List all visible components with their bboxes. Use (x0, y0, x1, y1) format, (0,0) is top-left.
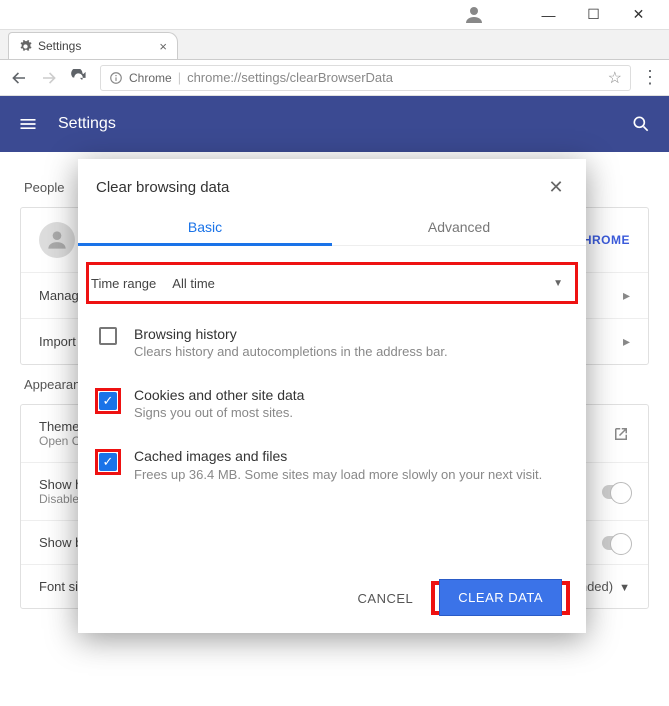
chevron-right-icon: ▸ (623, 287, 630, 304)
maximize-icon: ☐ (587, 6, 600, 23)
close-icon: ✕ (633, 6, 645, 23)
tab-title: Settings (38, 39, 159, 53)
reload-button[interactable] (70, 69, 90, 86)
toggle-switch[interactable] (602, 536, 630, 550)
app-title: Settings (58, 115, 631, 133)
checkbox-cache[interactable]: ✓ (99, 453, 117, 471)
window-minimize-button[interactable]: — (526, 1, 571, 29)
dialog-tabs: Basic Advanced (78, 209, 586, 246)
cancel-button[interactable]: CANCEL (358, 591, 414, 606)
caret-down-icon: ▼ (553, 278, 563, 289)
launch-icon (612, 425, 630, 443)
browser-toolbar: Chrome | chrome://settings/clearBrowserD… (0, 60, 669, 96)
tab-advanced[interactable]: Advanced (332, 209, 586, 245)
checkbox-browsing-history[interactable] (99, 327, 117, 345)
avatar (39, 222, 75, 258)
bookmark-star-icon[interactable]: ☆ (608, 68, 622, 88)
option-cache[interactable]: ✓ Cached images and files Frees up 36.4 … (92, 434, 572, 498)
window-close-button[interactable]: ✕ (616, 1, 661, 29)
hamburger-icon[interactable] (18, 114, 38, 134)
app-header: Settings (0, 96, 669, 152)
chevron-right-icon: ▸ (623, 333, 630, 350)
site-info-icon[interactable] (109, 71, 123, 85)
time-range-row: Time range All time ▼ (89, 265, 575, 301)
tab-close-button[interactable]: × (159, 39, 167, 54)
clear-browsing-data-dialog: Clear browsing data ✕ Basic Advanced Tim… (78, 159, 586, 633)
window-maximize-button[interactable]: ☐ (571, 1, 616, 29)
browser-menu-button[interactable]: ⋮ (641, 67, 659, 88)
gear-icon (19, 40, 32, 53)
toggle-switch[interactable] (602, 485, 630, 499)
dialog-close-button[interactable]: ✕ (544, 175, 568, 199)
search-icon[interactable] (631, 114, 651, 134)
time-range-label: Time range (91, 276, 156, 291)
dialog-title: Clear browsing data (96, 179, 544, 196)
tab-basic[interactable]: Basic (78, 209, 332, 245)
forward-button[interactable] (40, 69, 60, 87)
sign-in-chrome-button[interactable]: HROME (583, 233, 630, 247)
window-titlebar: — ☐ ✕ (0, 0, 669, 30)
checkbox-cookies[interactable]: ✓ (99, 392, 117, 410)
account-icon[interactable] (462, 3, 486, 27)
url-scheme-label: Chrome (129, 71, 172, 85)
clear-data-button[interactable]: CLEAR DATA (439, 579, 562, 616)
option-browsing-history[interactable]: Browsing history Clears history and auto… (92, 312, 572, 373)
address-bar[interactable]: Chrome | chrome://settings/clearBrowserD… (100, 65, 631, 91)
tab-strip: Settings × (0, 30, 669, 60)
tab-settings[interactable]: Settings × (8, 32, 178, 59)
minimize-icon: — (542, 7, 556, 23)
option-cookies[interactable]: ✓ Cookies and other site data Signs you … (92, 373, 572, 434)
time-range-select[interactable]: All time ▼ (172, 276, 569, 291)
url-text: chrome://settings/clearBrowserData (187, 70, 602, 85)
back-button[interactable] (10, 69, 30, 87)
